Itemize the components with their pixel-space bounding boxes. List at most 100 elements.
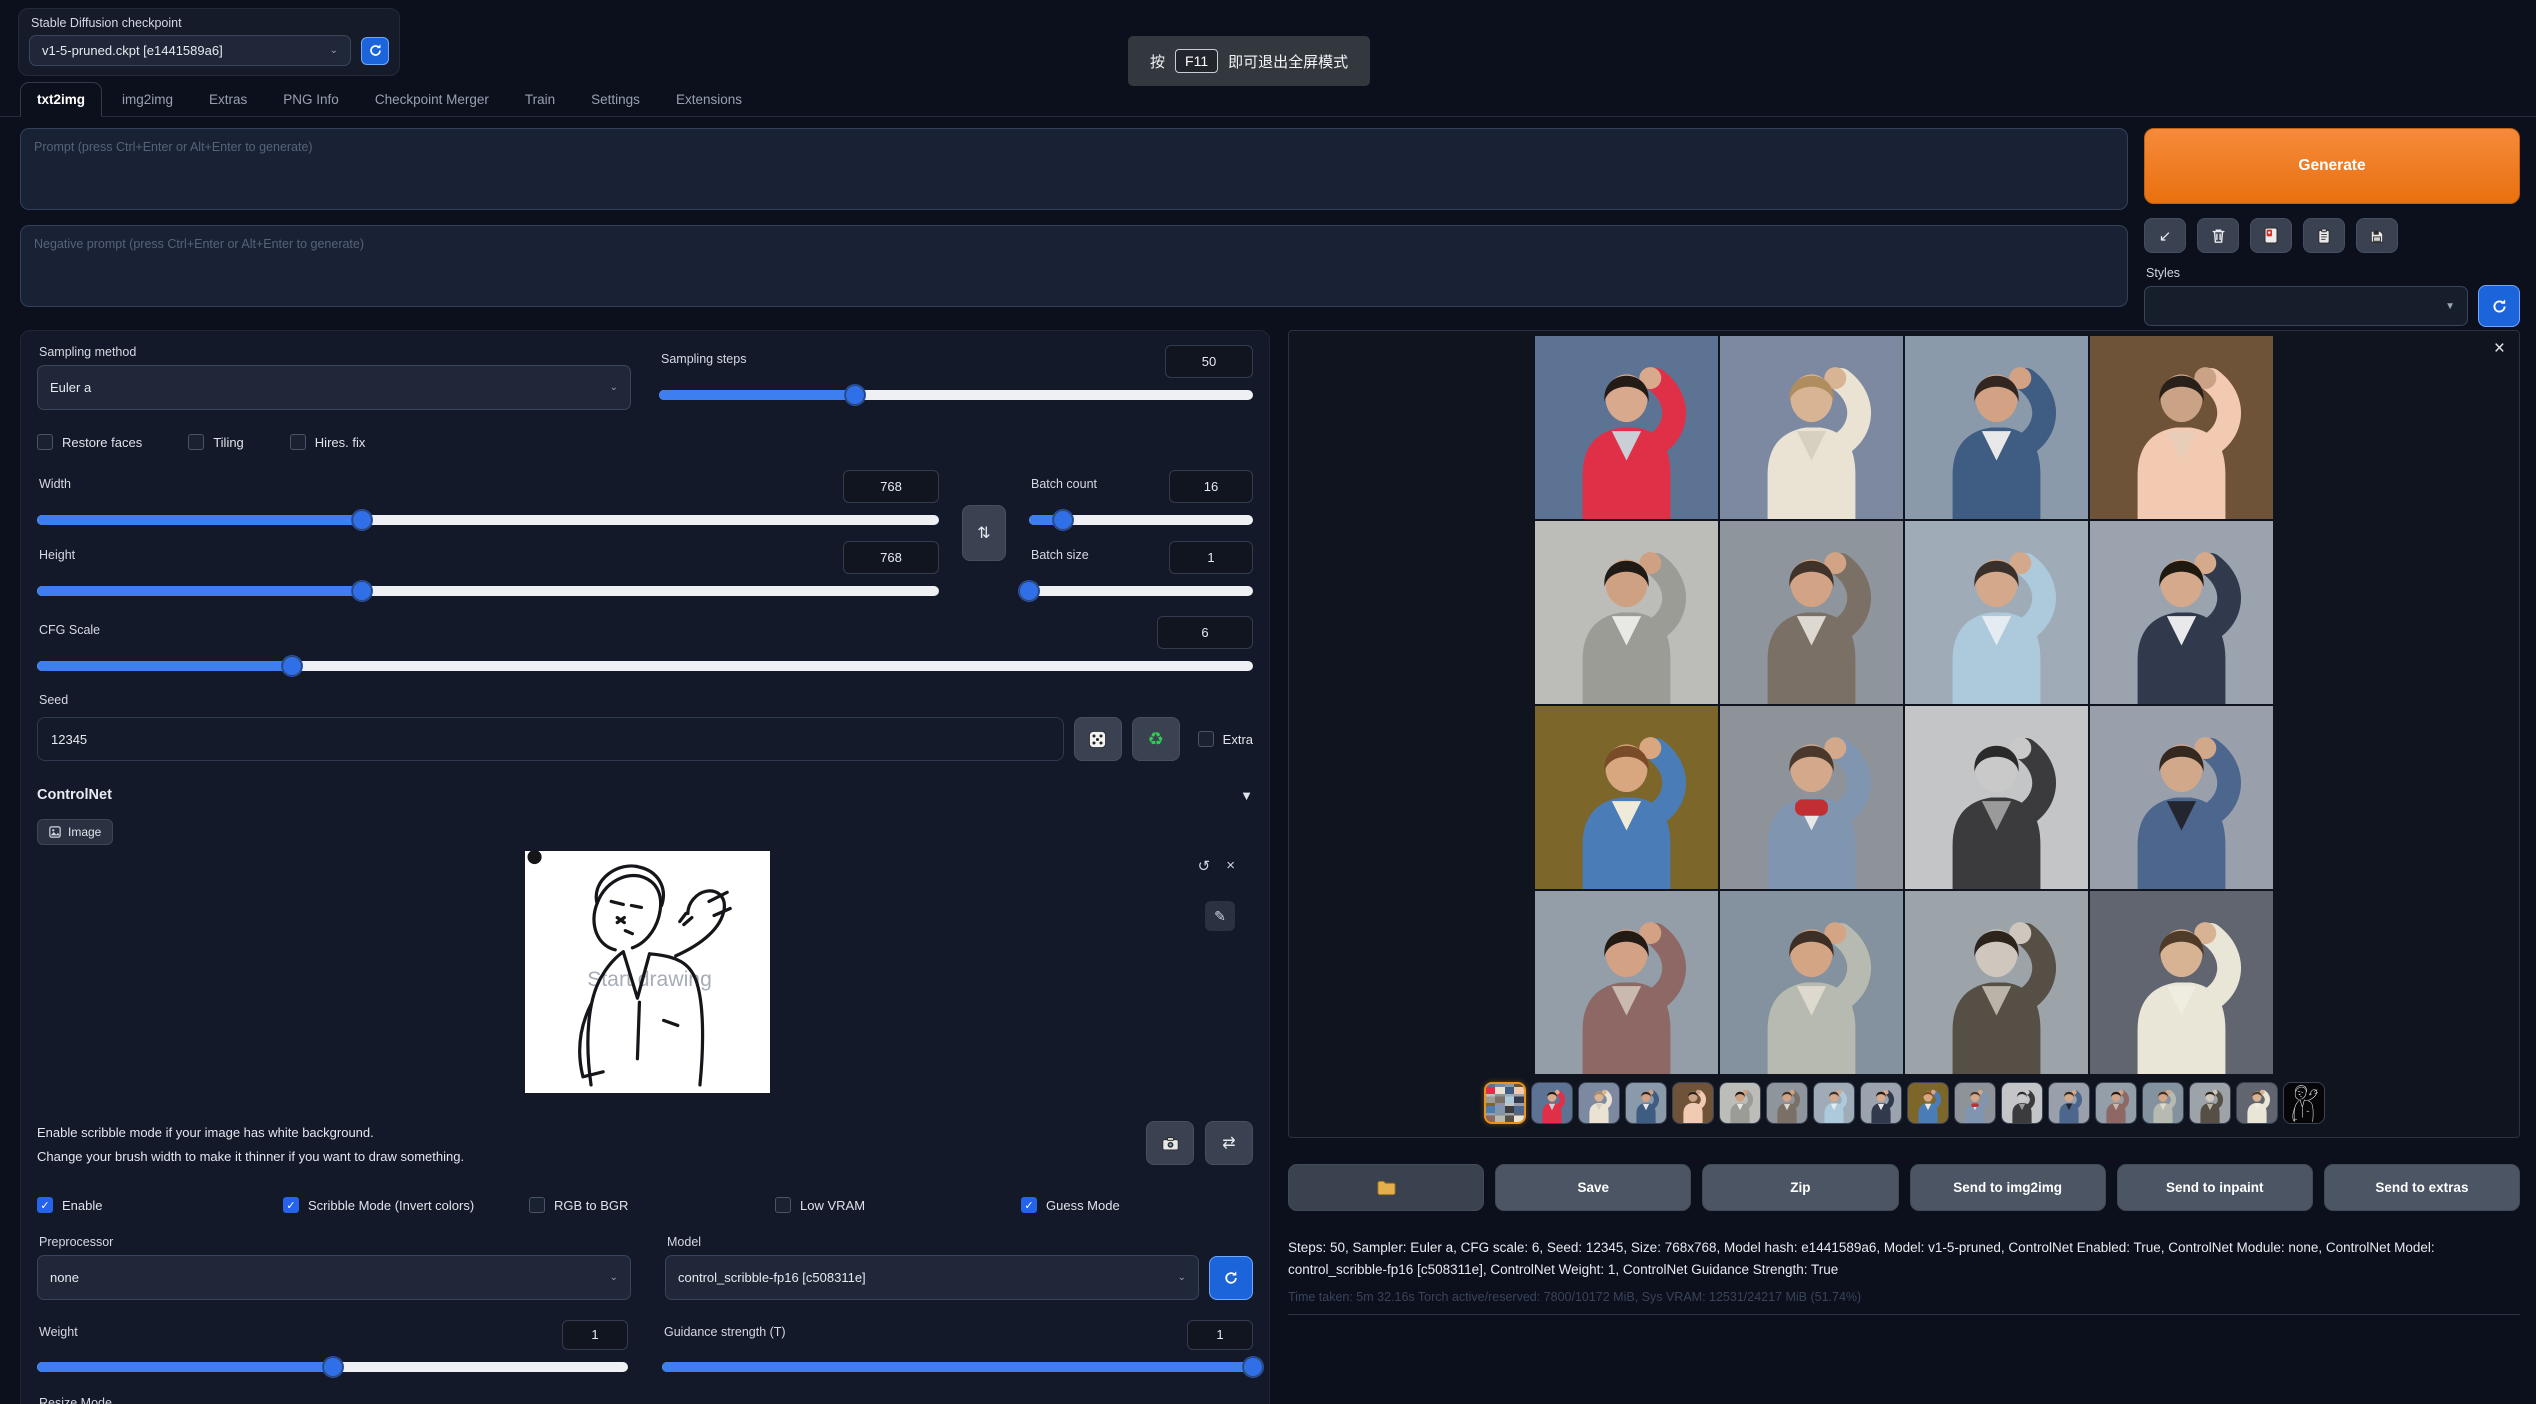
send-to-img2img-button[interactable]: Send to img2img [1910,1164,2106,1211]
save-style-button[interactable] [2356,218,2398,253]
clear-prompt-button[interactable] [2197,218,2239,253]
checkbox-rgb-to-bgr[interactable]: RGB to BGR [529,1197,775,1213]
close-gallery-icon[interactable]: × [2494,339,2505,358]
gallery-image[interactable] [1720,521,1903,704]
gallery-image[interactable] [2090,706,2273,889]
slider-thumb[interactable] [1243,1357,1263,1377]
gallery-image[interactable] [1720,891,1903,1074]
checkbox-hires-fix[interactable]: Hires. fix [290,434,366,450]
gallery-image[interactable] [1905,891,2088,1074]
guidance-strength-slider[interactable] [662,1362,1253,1372]
gallery-image[interactable] [1905,336,2088,519]
tab-extensions[interactable]: Extensions [660,83,758,116]
clear-image-icon[interactable]: × [1226,857,1235,875]
paste-params-button[interactable]: ↙ [2144,218,2186,253]
random-seed-button[interactable] [1074,717,1122,761]
swap-dimensions-button[interactable]: ⇅ [962,505,1006,561]
seed-input[interactable] [37,717,1064,761]
weight-input[interactable]: 1 [562,1320,628,1350]
thumbnail-image[interactable] [1766,1082,1808,1124]
styles-select[interactable]: ▼ [2144,286,2468,326]
guidance-strength-input[interactable]: 1 [1187,1320,1253,1350]
cfg-scale-input[interactable]: 6 [1157,616,1253,649]
thumbnail-image[interactable] [1719,1082,1761,1124]
thumbnail-image[interactable] [1578,1082,1620,1124]
slider-thumb[interactable] [323,1357,343,1377]
gallery-image[interactable] [2090,336,2273,519]
send-to-inpaint-button[interactable]: Send to inpaint [2117,1164,2313,1211]
thumbnail-image[interactable] [1531,1082,1573,1124]
thumbnail-scribble[interactable] [2283,1082,2325,1124]
gallery-image[interactable] [1720,706,1903,889]
batch-size-input[interactable]: 1 [1169,541,1253,574]
extra-networks-button[interactable] [2250,218,2292,253]
tab-txt2img[interactable]: txt2img [20,82,102,117]
tab-extras[interactable]: Extras [193,83,263,116]
tab-img2img[interactable]: img2img [106,83,189,116]
refresh-checkpoint-button[interactable] [361,37,389,65]
sampling-method-select[interactable]: Euler a ⌄ [37,365,631,410]
batch-count-input[interactable]: 16 [1169,470,1253,503]
gallery-image[interactable] [2090,891,2273,1074]
batch-size-slider[interactable] [1029,586,1253,596]
negative-prompt-input[interactable] [20,225,2128,307]
batch-count-slider[interactable] [1029,515,1253,525]
tab-settings[interactable]: Settings [575,83,656,116]
tab-png-info[interactable]: PNG Info [267,83,355,116]
thumbnail-image[interactable] [2189,1082,2231,1124]
brush-button[interactable]: ✎ [1205,901,1235,931]
refresh-styles-button[interactable] [2478,285,2520,327]
checkbox-scribble-mode-invert-colors-[interactable]: Scribble Mode (Invert colors) [283,1197,529,1213]
thumbnail-image[interactable] [1625,1082,1667,1124]
checkbox-restore-faces[interactable]: Restore faces [37,434,142,450]
thumbnail-image[interactable] [2048,1082,2090,1124]
gallery-image[interactable] [1905,521,2088,704]
seed-extra-checkbox[interactable]: Extra [1198,731,1253,747]
tab-checkpoint-merger[interactable]: Checkpoint Merger [359,83,505,116]
thumbnail-image[interactable] [2142,1082,2184,1124]
gallery-image[interactable] [1720,336,1903,519]
gallery-image[interactable] [1535,706,1718,889]
width-input[interactable]: 768 [843,470,939,503]
checkbox-enable[interactable]: Enable [37,1197,283,1213]
sampling-steps-slider[interactable] [659,390,1253,400]
gallery-image[interactable] [1535,521,1718,704]
thumbnail-image[interactable] [1860,1082,1902,1124]
weight-slider[interactable] [37,1362,628,1372]
thumbnail-image[interactable] [1907,1082,1949,1124]
checkbox-low-vram[interactable]: Low VRAM [775,1197,1021,1213]
thumbnail-image[interactable] [1813,1082,1855,1124]
sampling-steps-input[interactable]: 50 [1165,345,1253,378]
prompt-input[interactable] [20,128,2128,210]
scribble-drawing-canvas[interactable]: Start drawing [525,851,770,1093]
slider-thumb[interactable] [845,385,865,405]
thumbnail-grid-montage[interactable] [1484,1082,1526,1124]
tab-train[interactable]: Train [509,83,571,116]
checkpoint-select[interactable]: v1-5-pruned.ckpt [e1441589a6] ⌄ [29,35,351,66]
slider-thumb[interactable] [282,656,302,676]
height-input[interactable]: 768 [843,541,939,574]
slider-thumb[interactable] [1053,510,1073,530]
height-slider[interactable] [37,586,939,596]
thumbnail-image[interactable] [2001,1082,2043,1124]
thumbnail-image[interactable] [1954,1082,1996,1124]
thumbnail-image[interactable] [2095,1082,2137,1124]
checkbox-guess-mode[interactable]: Guess Mode [1021,1197,1120,1213]
controlnet-model-select[interactable]: control_scribble-fp16 [c508311e] ⌄ [665,1255,1199,1300]
gallery-image[interactable] [1905,706,2088,889]
gallery-image[interactable] [1535,891,1718,1074]
slider-thumb[interactable] [352,510,372,530]
refresh-models-button[interactable] [1209,1256,1253,1300]
cfg-scale-slider[interactable] [37,661,1253,671]
slider-thumb[interactable] [352,581,372,601]
slider-thumb[interactable] [1019,581,1039,601]
open-folder-button[interactable] [1288,1164,1484,1211]
generate-button[interactable]: Generate [2144,128,2520,204]
mirror-webcam-button[interactable]: ⇄ [1205,1121,1253,1165]
checkbox-tiling[interactable]: Tiling [188,434,244,450]
thumbnail-image[interactable] [1672,1082,1714,1124]
zip-button[interactable]: Zip [1702,1164,1898,1211]
reuse-seed-button[interactable]: ♻ [1132,717,1180,761]
undo-icon[interactable]: ↺ [1198,857,1211,875]
thumbnail-image[interactable] [2236,1082,2278,1124]
